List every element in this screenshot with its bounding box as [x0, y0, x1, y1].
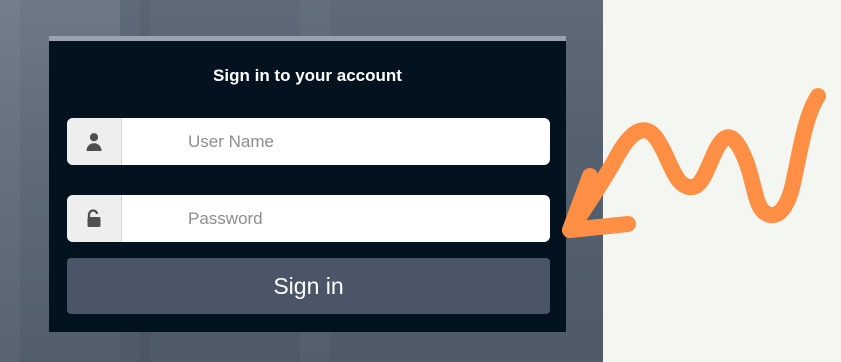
page-title: Sign in to your account	[213, 66, 402, 85]
username-icon-addon	[67, 118, 122, 165]
password-field[interactable]	[67, 195, 550, 242]
user-icon	[85, 132, 103, 152]
login-panel: Sign in to your account Sign in	[49, 36, 566, 332]
annotation-arrow-icon	[562, 88, 826, 238]
password-icon-addon	[67, 195, 122, 242]
username-field[interactable]	[67, 118, 550, 165]
username-input[interactable]	[122, 118, 550, 165]
unlock-icon	[85, 208, 103, 229]
sign-in-button[interactable]: Sign in	[67, 258, 550, 314]
password-input[interactable]	[122, 195, 550, 242]
